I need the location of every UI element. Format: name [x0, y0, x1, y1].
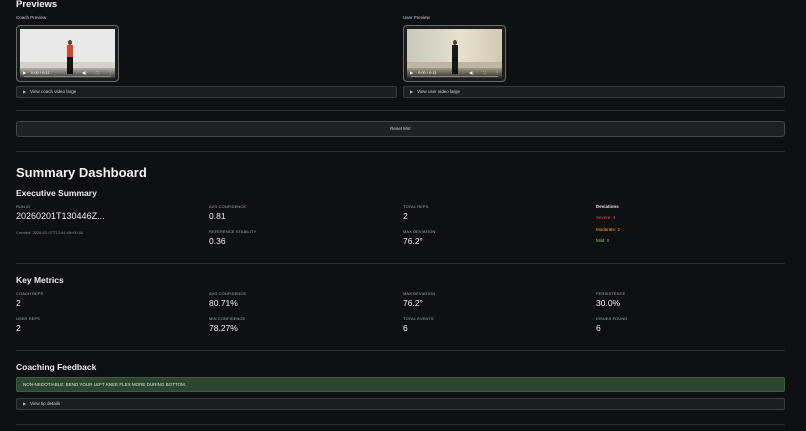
disclosure-triangle-icon: ▶	[23, 401, 27, 406]
max-deviation-value: 76.2°	[403, 236, 423, 246]
total-events-value: 6	[403, 323, 408, 333]
km-max-deviation-value: 76.2°	[403, 298, 423, 308]
coach-video-progress[interactable]	[24, 76, 111, 77]
coach-preview-label: Coach Preview	[16, 15, 47, 20]
severe-count: Severe: 4	[596, 215, 616, 220]
km-max-deviation-label: MAX DEVIATION	[403, 291, 436, 296]
coach-video-controls[interactable]: ▶ 0:00 / 0:11 ◀) ⛶ ⋮	[20, 68, 115, 78]
reset-button[interactable]: Reset Mirr	[16, 121, 785, 137]
user-video-details-label: View user video large	[417, 89, 461, 94]
issues-found-label: ISSUES FOUND	[596, 316, 628, 321]
persistence-label: PERSISTENCE	[596, 291, 626, 296]
reference-stability-label: REFERENCE STABILITY	[209, 229, 257, 234]
coach-video-player[interactable]: ▶ 0:00 / 0:11 ◀) ⛶ ⋮	[16, 25, 119, 82]
more-options-icon[interactable]: ⋮	[108, 70, 112, 75]
disclosure-triangle-icon: ▶	[23, 89, 27, 94]
more-options-icon[interactable]: ⋮	[495, 70, 499, 75]
volume-icon[interactable]: ◀)	[82, 70, 86, 75]
user-video-controls[interactable]: ▶ 0:00 / 0:11 ◀) ⛶ ⋮	[407, 68, 502, 78]
issues-found-value: 6	[596, 323, 601, 333]
fullscreen-icon[interactable]: ⛶	[96, 70, 99, 75]
min-confidence-value: 78.27%	[209, 323, 238, 333]
app-root: Previews Coach Preview ▶ 0:00 / 0:11 ◀) …	[0, 0, 806, 431]
user-video-details-toggle[interactable]: ▶ View user video large	[403, 86, 785, 98]
divider	[16, 151, 785, 152]
fullscreen-icon[interactable]: ⛶	[483, 70, 486, 75]
coach-video-time: 0:00 / 0:11	[31, 70, 50, 75]
km-avg-confidence-value: 80.71%	[209, 298, 238, 308]
min-confidence-label: MIN CONFIDENCE	[209, 316, 246, 321]
run-id-label: RUN ID	[16, 204, 31, 209]
total-reps-value: 2	[403, 211, 408, 221]
play-icon[interactable]: ▶	[23, 70, 26, 75]
divider	[16, 424, 785, 425]
avg-confidence-label: AVG CONFIDENCE	[209, 204, 247, 209]
total-events-label: TOTAL EVENTS	[403, 316, 434, 321]
coaching-feedback-message: NON-NEGOTIABLE: BEND YOUR LEFT KNEE FLEX…	[16, 377, 785, 392]
user-preview-label: User Preview	[403, 15, 430, 20]
coaching-feedback-heading: Coaching Feedback	[16, 362, 97, 372]
km-avg-confidence-label: AVG CONFIDENCE	[209, 291, 247, 296]
coach-video-details-label: View coach video large	[30, 89, 77, 94]
deviations-heading: Deviations	[596, 204, 619, 209]
total-reps-label: TOTAL REPS	[403, 204, 429, 209]
play-icon[interactable]: ▶	[410, 70, 413, 75]
user-reps-label: USER REPS	[16, 316, 41, 321]
user-video-progress[interactable]	[411, 76, 498, 77]
moderate-count: Moderate: 2	[596, 227, 621, 232]
coach-video-details-toggle[interactable]: ▶ View coach video large	[16, 86, 397, 98]
coach-reps-label: COACH REPS	[16, 291, 44, 296]
user-video-player[interactable]: ▶ 0:00 / 0:11 ◀) ⛶ ⋮	[403, 25, 506, 82]
page-title: Summary Dashboard	[16, 165, 147, 180]
user-video-time: 0:00 / 0:11	[418, 70, 437, 75]
user-reps-value: 2	[16, 323, 21, 333]
divider	[16, 263, 785, 264]
tip-details-toggle[interactable]: ▶ View tip details	[16, 398, 785, 410]
volume-icon[interactable]: ◀)	[469, 70, 473, 75]
max-deviation-label: MAX DEVIATION	[403, 229, 436, 234]
persistence-value: 30.0%	[596, 298, 621, 308]
run-id-value: 20260201T130446Z...	[16, 211, 105, 221]
disclosure-triangle-icon: ▶	[410, 89, 414, 94]
coach-reps-value: 2	[16, 298, 21, 308]
divider	[16, 350, 785, 351]
reference-stability-value: 0.36	[209, 236, 226, 246]
divider	[16, 110, 785, 111]
created-timestamp: Created: 2026-02-07T13:04:46+00:00	[16, 230, 84, 235]
previews-heading: Previews	[16, 0, 58, 10]
executive-summary-heading: Executive Summary	[16, 188, 97, 198]
tip-details-label: View tip details	[30, 401, 61, 406]
key-metrics-heading: Key Metrics	[16, 275, 64, 285]
avg-confidence-value: 0.81	[209, 211, 226, 221]
mild-count: Mild: 0	[596, 238, 610, 243]
